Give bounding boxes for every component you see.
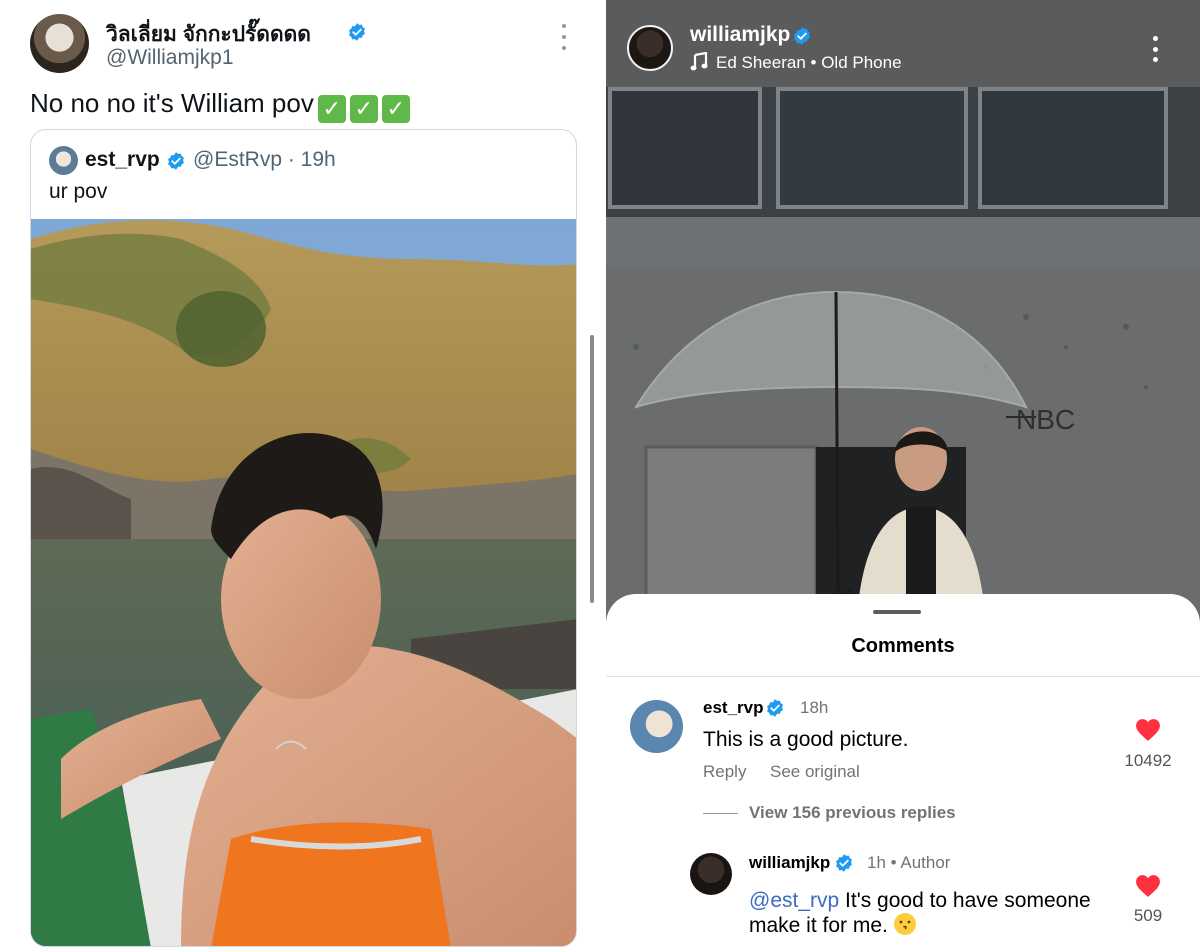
heart-icon[interactable]	[1135, 718, 1161, 742]
check-mark-icon: ✓	[317, 95, 346, 123]
commenter-username[interactable]: williamjkp	[749, 853, 830, 873]
quoted-author-handle-time: @EstRvp · 19h	[193, 148, 336, 171]
quoted-tweet-card[interactable]: est_rvp @EstRvp · 19h ur pov	[30, 129, 577, 947]
more-options-icon[interactable]	[1151, 36, 1159, 62]
verified-badge-icon	[168, 152, 184, 170]
comment-time: 18h	[800, 698, 829, 717]
post-photo[interactable]: NBC	[606, 87, 1200, 647]
quoted-tweet-text: ur pov	[49, 180, 108, 203]
verified-badge-icon	[349, 23, 365, 41]
like-count: 10492	[1124, 751, 1172, 770]
commenter-avatar[interactable]	[630, 700, 683, 753]
comments-title: Comments	[851, 635, 955, 657]
post-author-avatar[interactable]	[627, 25, 673, 71]
post-author-username[interactable]: williamjkp	[690, 23, 790, 47]
quoted-author-avatar[interactable]	[49, 146, 78, 175]
mention-link[interactable]: @est_rvp	[749, 889, 839, 912]
view-previous-replies-button[interactable]: View 156 previous replies	[749, 803, 956, 823]
verified-badge-icon	[836, 854, 852, 872]
music-note-icon	[690, 52, 708, 71]
commenter-avatar[interactable]	[690, 853, 732, 895]
wall-graffiti: NBC	[1016, 404, 1075, 435]
check-mark-icon: ✓	[349, 95, 378, 123]
tweet-panel: วิลเลี่ยม จักกะปรั๊ดดดด @Williamjkp1 No …	[0, 0, 600, 950]
tweet-text-body: No no no it's William pov	[30, 88, 314, 118]
more-options-icon[interactable]	[556, 24, 572, 50]
tweet-author-handle[interactable]: @Williamjkp1	[106, 46, 234, 70]
scrollbar[interactable]	[590, 335, 594, 603]
heart-icon[interactable]	[1135, 874, 1161, 898]
comment-text: @est_rvp It's good to have someone make …	[749, 888, 1099, 938]
instagram-panel: williamjkp Ed Sheeran • Old Phone NBC Co…	[606, 0, 1200, 950]
divider	[703, 813, 738, 814]
see-original-button[interactable]: See original	[770, 762, 860, 782]
post-header: williamjkp Ed Sheeran • Old Phone	[606, 0, 1200, 87]
verified-badge-icon	[794, 27, 810, 45]
commenter-username[interactable]: est_rvp	[703, 698, 763, 718]
quoted-tweet-photo[interactable]	[31, 219, 577, 947]
sheet-drag-handle[interactable]	[873, 610, 921, 614]
comment-text: This is a good picture.	[703, 728, 909, 751]
comment-time: 1h • Author	[867, 853, 951, 872]
tweet-text: No no no it's William pov ✓ ✓ ✓	[30, 88, 410, 123]
reply-button[interactable]: Reply	[703, 762, 746, 782]
divider	[606, 676, 1200, 677]
quoted-author-name[interactable]: est_rvp	[85, 148, 160, 172]
comments-sheet: Comments est_rvp 18h This is a good pict…	[606, 594, 1200, 950]
verified-badge-icon	[767, 699, 783, 717]
check-mark-icon: ✓	[381, 95, 410, 123]
post-music-label[interactable]: Ed Sheeran • Old Phone	[716, 53, 902, 73]
kissing-face-emoji-icon	[893, 913, 916, 935]
tweet-author-avatar[interactable]	[30, 14, 89, 73]
like-count: 509	[1133, 906, 1163, 925]
